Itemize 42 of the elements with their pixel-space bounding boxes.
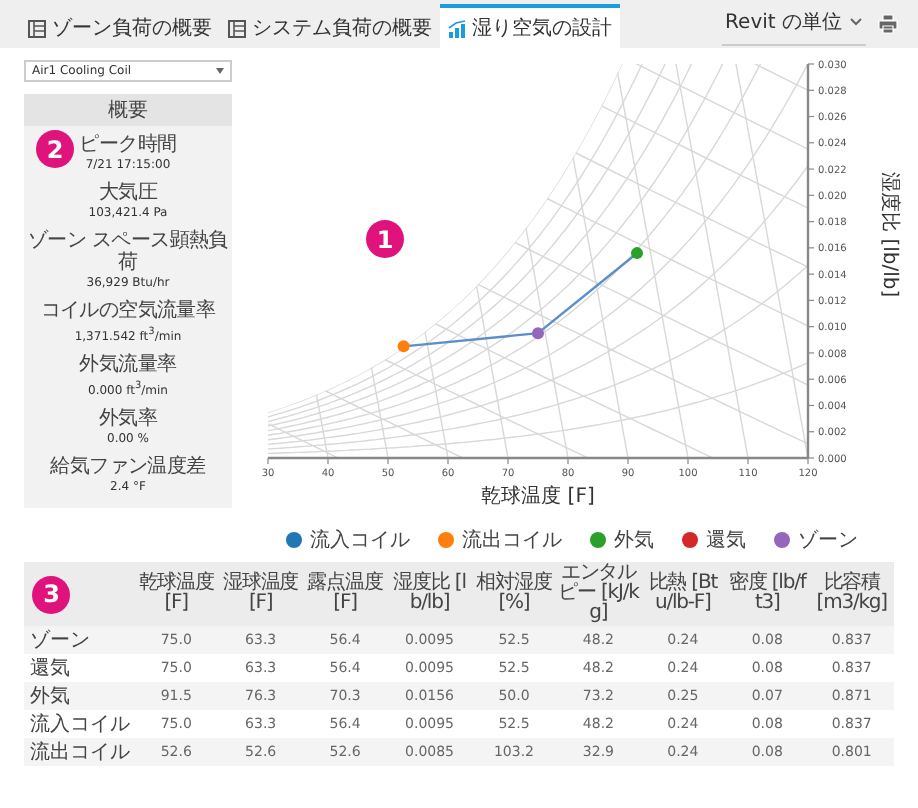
column-header: 密度 [lb/ft3] [725, 562, 810, 626]
summary-label: 外気流量率 [79, 354, 177, 376]
number-badge: 2 [36, 130, 74, 168]
chart-icon [448, 19, 466, 37]
summary-label: ピーク時間 [79, 134, 177, 156]
summary-label: 給気ファン温度差 [50, 456, 206, 478]
caret-icon [850, 18, 862, 26]
column-header: 露点温度 [F] [302, 562, 388, 626]
table-icon [228, 19, 246, 37]
summary-label: ゾーン スペース顕熱負荷 [26, 230, 230, 274]
tab[interactable]: システム負荷の概要 [220, 4, 440, 48]
summary-label: コイルの空気流量率 [40, 300, 216, 322]
column-header: 比容積 [m3/kg] [809, 562, 894, 626]
caret-icon [216, 68, 224, 74]
legend-label: 外気 [614, 528, 654, 554]
legend-label: ゾーン [798, 527, 858, 554]
row-label: 還気 [24, 654, 134, 682]
row-label: 流出コイル [24, 738, 134, 766]
row-label: ゾーン [24, 626, 134, 654]
tab[interactable]: 湿り空気の設計 [440, 4, 620, 48]
number-badge: 1 [366, 220, 404, 258]
column-header: 比熱 [Btu/lb-F] [640, 562, 726, 626]
legend-label: 流出コイル [462, 527, 562, 554]
column-header: エンタルピー [kJ/kg] [556, 562, 641, 626]
units-dropdown[interactable]: Revit の単位 [721, 2, 866, 46]
column-header: 乾球温度 [F] [134, 562, 219, 626]
tab[interactable]: ゾーン負荷の概要 [20, 4, 220, 48]
row-label: 外気 [24, 682, 134, 710]
number-badge: 3 [32, 575, 70, 613]
legend-label: 流入コイル [310, 527, 410, 554]
print-icon[interactable] [878, 14, 898, 34]
x-axis-title: 乾球温度 [F] [481, 486, 595, 508]
summary-label: 外気率 [98, 408, 158, 430]
table-icon [28, 19, 46, 37]
column-header: 湿度比 [lb/lb] [387, 562, 472, 626]
column-header: 相対湿度 [%] [471, 562, 557, 626]
legend-label: 還気 [706, 528, 746, 554]
y-axis-title: 湿度比 [lb/lb] [878, 172, 900, 298]
summary-label: 大気圧 [98, 182, 158, 204]
panel-header: 概要 [24, 94, 232, 126]
row-label: 流入コイル [24, 710, 134, 738]
column-header: 湿球温度 [F] [218, 562, 303, 626]
